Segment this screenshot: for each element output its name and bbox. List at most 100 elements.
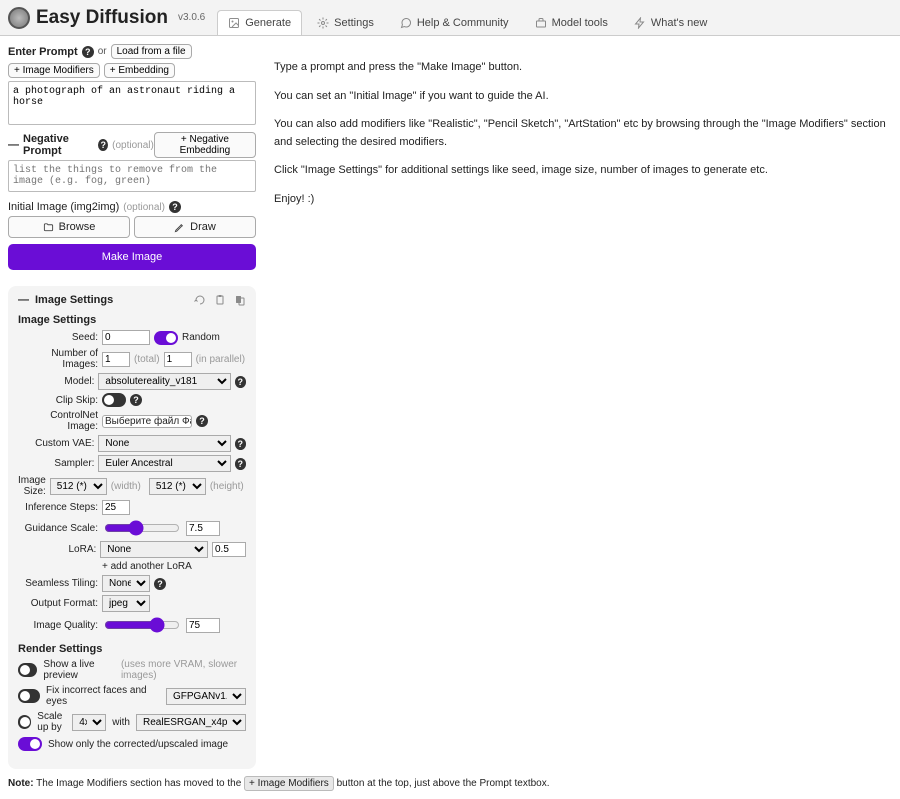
clip-skip-toggle[interactable] (102, 393, 126, 407)
tiling-select[interactable]: None (102, 575, 150, 592)
collapse-icon[interactable]: — (18, 294, 29, 306)
footer-note: Note: The Image Modifiers section has mo… (0, 777, 900, 799)
paste-icon[interactable] (234, 294, 246, 306)
left-column: Enter Prompt ? or Load from a file + Ima… (0, 36, 264, 777)
help-icon[interactable]: ? (82, 46, 94, 58)
sampler-select[interactable]: Euler Ancestral (98, 455, 230, 472)
custom-vae-select[interactable]: None (98, 435, 230, 452)
embedding-button[interactable]: + Embedding (104, 63, 175, 78)
help-icon[interactable]: ? (196, 415, 208, 427)
folder-icon (43, 222, 54, 233)
inference-label: Inference Steps: (18, 502, 98, 513)
show-only-toggle[interactable] (18, 737, 42, 751)
model-select[interactable]: absolutereality_v181 (98, 373, 230, 390)
scale-up-label: Scale up by (37, 711, 66, 733)
quality-value-input[interactable] (186, 618, 220, 633)
model-label: Model: (18, 376, 94, 387)
add-lora-button[interactable]: + add another LoRA (102, 561, 192, 572)
output-format-select[interactable]: jpeg (102, 595, 150, 612)
guidance-slider[interactable] (104, 520, 180, 536)
tab-generate[interactable]: Generate (217, 10, 302, 35)
scale-model-select[interactable]: RealESRGAN_x4plus (136, 714, 246, 731)
inference-input[interactable] (102, 500, 130, 515)
make-image-button[interactable]: Make Image (8, 244, 256, 270)
controlnet-file-input[interactable]: Выберите файл Фай...бран (102, 415, 192, 428)
main-area: Enter Prompt ? or Load from a file + Ima… (0, 36, 900, 777)
or-text: or (98, 46, 107, 57)
negative-prompt-header: — Negative Prompt ? (optional) + Negativ… (8, 132, 256, 158)
num-images-label: Number of Images: (18, 348, 98, 370)
tab-settings[interactable]: Settings (306, 10, 385, 35)
tab-label: Model tools (552, 17, 608, 29)
negative-prompt-input[interactable] (8, 160, 256, 192)
live-preview-label: Show a live preview (43, 659, 115, 681)
tab-label: Generate (245, 17, 291, 29)
lora-strength-input[interactable] (212, 542, 246, 557)
tab-label: Settings (334, 17, 374, 29)
image-settings-section-title: Image Settings (18, 314, 246, 326)
intro-p2: You can set an "Initial Image" if you wa… (274, 88, 890, 106)
seed-label: Seed: (18, 332, 98, 343)
main-tabs: Generate Settings Help & Community Model… (217, 0, 718, 35)
app-version: v3.0.6 (178, 12, 205, 23)
clip-skip-label: Clip Skip: (18, 395, 98, 406)
gear-icon (317, 17, 329, 29)
help-icon[interactable]: ? (130, 394, 142, 406)
seed-input[interactable] (102, 330, 150, 345)
chat-icon (400, 17, 412, 29)
tab-help[interactable]: Help & Community (389, 10, 520, 35)
note-text1: The Image Modifiers section has moved to… (34, 778, 244, 789)
live-preview-toggle[interactable] (18, 663, 37, 677)
reset-icon[interactable] (194, 294, 206, 306)
prompt-header-row: Enter Prompt ? or Load from a file + Ima… (8, 44, 256, 78)
image-settings-panel: — Image Settings Image Settings Seed: Ra… (8, 286, 256, 769)
enter-prompt-label: Enter Prompt (8, 46, 78, 58)
scale-factor-select[interactable]: 4x (72, 714, 106, 731)
initial-image-buttons: Browse Draw (8, 216, 256, 238)
help-icon[interactable]: ? (235, 438, 246, 450)
quality-label: Image Quality: (18, 620, 98, 631)
image-modifiers-button[interactable]: + Image Modifiers (8, 63, 100, 78)
fix-faces-model-select[interactable]: GFPGANv1.4 (166, 688, 246, 705)
tab-whatsnew[interactable]: What's new (623, 10, 719, 35)
help-icon[interactable]: ? (154, 578, 166, 590)
negative-embedding-button[interactable]: + Negative Embedding (154, 132, 256, 158)
tab-label: What's new (651, 17, 708, 29)
render-settings-title: Render Settings (18, 643, 246, 655)
collapse-icon[interactable]: — (8, 139, 19, 151)
controlnet-label: ControlNet Image: (18, 410, 98, 432)
note-label: Note: (8, 778, 34, 789)
random-seed-toggle[interactable] (154, 331, 178, 345)
quality-slider[interactable] (104, 617, 180, 633)
guidance-label: Guidance Scale: (18, 523, 98, 534)
intro-p4: Click "Image Settings" for additional se… (274, 162, 890, 180)
width-hint: (width) (111, 481, 141, 492)
guidance-value-input[interactable] (186, 521, 220, 536)
live-preview-hint: (uses more VRAM, slower images) (121, 659, 246, 681)
browse-button[interactable]: Browse (8, 216, 130, 238)
draw-button[interactable]: Draw (134, 216, 256, 238)
scale-with-label: with (112, 717, 130, 728)
help-icon[interactable]: ? (235, 458, 246, 470)
tab-label: Help & Community (417, 17, 509, 29)
width-select[interactable]: 512 (*) (50, 478, 107, 495)
num-images-parallel-input[interactable] (164, 352, 192, 367)
num-images-total-input[interactable] (102, 352, 130, 367)
help-icon[interactable]: ? (98, 139, 108, 151)
logo-wrap: Easy Diffusion v3.0.6 (8, 7, 205, 29)
intro-p3: You can also add modifiers like "Realist… (274, 116, 890, 151)
lora-select[interactable]: None (100, 541, 208, 558)
initial-image-label: Initial Image (img2img) (8, 201, 119, 213)
panel-header: — Image Settings (18, 294, 246, 306)
optional-text: (optional) (123, 202, 165, 213)
random-label: Random (182, 332, 220, 343)
load-from-file-button[interactable]: Load from a file (111, 44, 192, 59)
help-icon[interactable]: ? (169, 201, 181, 213)
fix-faces-toggle[interactable] (18, 689, 40, 703)
clipboard-icon[interactable] (214, 294, 226, 306)
height-select[interactable]: 512 (*) (149, 478, 206, 495)
prompt-input[interactable]: a photograph of an astronaut riding a ho… (8, 81, 256, 125)
scale-up-toggle[interactable] (18, 715, 31, 729)
tab-model-tools[interactable]: Model tools (524, 10, 619, 35)
help-icon[interactable]: ? (235, 376, 246, 388)
